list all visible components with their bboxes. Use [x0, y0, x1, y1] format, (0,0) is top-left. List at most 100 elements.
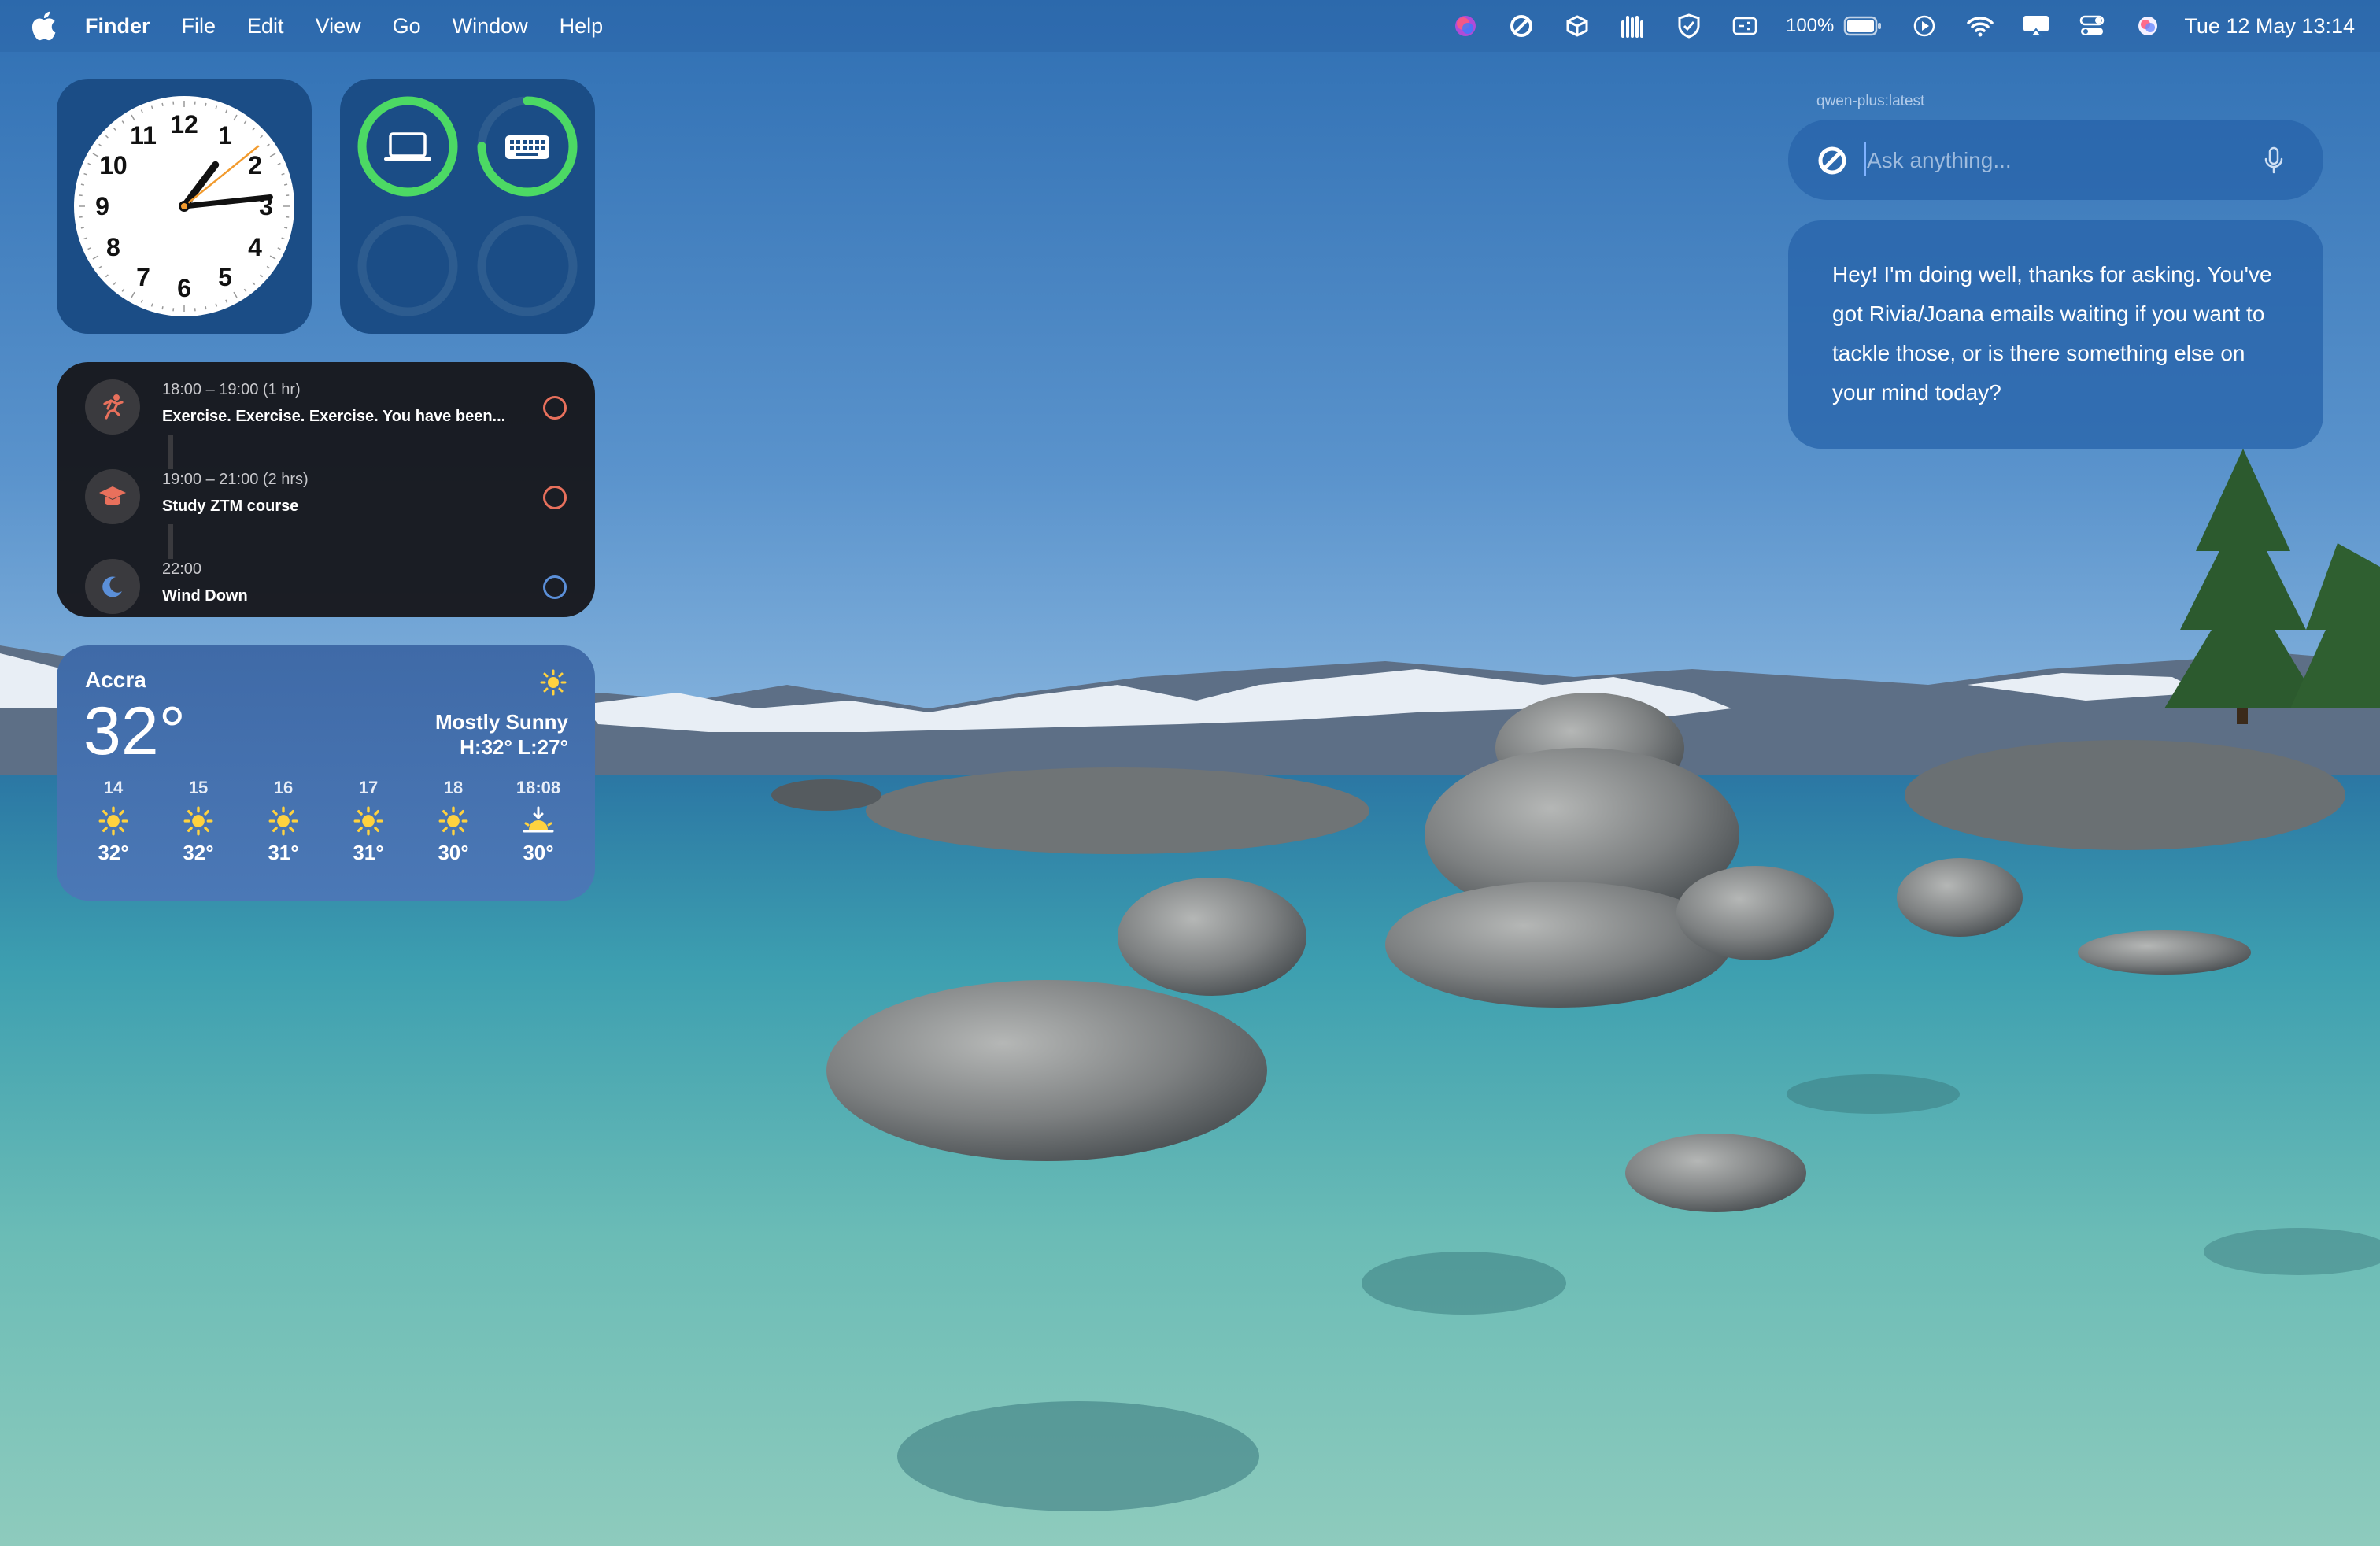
siri-icon[interactable]	[1451, 12, 1480, 40]
menu-app-finder[interactable]: Finder	[85, 14, 150, 39]
forecast-time: 18	[443, 778, 464, 797]
weather-current-temp: 32°	[83, 693, 187, 769]
calendar-event[interactable]: 22:00 Wind Down	[57, 542, 595, 617]
sunset-icon	[499, 801, 578, 841]
clock-tick	[284, 183, 288, 186]
event-complete-checkbox[interactable]	[543, 396, 567, 420]
running-icon	[85, 379, 140, 435]
forecast-hour: 17 31°	[329, 778, 408, 865]
control-center-icon[interactable]	[2078, 12, 2106, 40]
weather-city: Accra	[85, 668, 146, 692]
forecast-temp: 30°	[438, 841, 469, 864]
graduation-cap-icon	[85, 469, 140, 524]
clock-number: 10	[99, 151, 128, 179]
calendar-event[interactable]: 19:00 – 21:00 (2 hrs) Study ZTM course	[57, 452, 595, 542]
clock-number: 9	[95, 192, 109, 220]
perplexity-icon	[1816, 145, 1848, 180]
moon-icon	[85, 559, 140, 614]
sun-icon	[329, 801, 408, 841]
hands-icon[interactable]	[1619, 12, 1647, 40]
laptop-icon	[384, 132, 431, 161]
menu-file[interactable]: File	[182, 14, 216, 39]
event-title: Wind Down	[162, 587, 248, 605]
clock-number: 4	[248, 233, 262, 261]
menu-bar: Finder File Edit View Go Window Help 100…	[0, 0, 2380, 52]
forecast-time: 16	[273, 778, 294, 797]
forecast-time: 17	[358, 778, 379, 797]
sun-icon	[159, 801, 238, 841]
input-icon[interactable]	[1731, 12, 1759, 40]
calendar-up-next-widget[interactable]: 18:00 – 19:00 (1 hr) Exercise. Exercise.…	[57, 362, 595, 617]
microphone-icon[interactable]	[2264, 146, 2284, 179]
event-complete-checkbox[interactable]	[543, 575, 567, 599]
sun-icon	[414, 801, 493, 841]
menu-window[interactable]: Window	[453, 14, 528, 39]
menu-help[interactable]: Help	[560, 14, 604, 39]
forecast-temp: 31°	[353, 841, 384, 864]
event-time: 18:00 – 19:00 (1 hr)	[162, 381, 301, 398]
forecast-time: 15	[188, 778, 209, 797]
analog-clock: 12 1234567891011	[74, 96, 294, 316]
clock-tick	[284, 227, 288, 229]
battery-ring-keyboard	[477, 96, 578, 197]
event-title: Study ZTM course	[162, 497, 299, 515]
siri-orb-icon[interactable]	[2134, 12, 2162, 40]
forecast-time: 18:08	[516, 778, 561, 797]
clock-widget[interactable]: 12 1 2 3 4 5 6 7 8 9 10 11	[57, 79, 312, 334]
menu-go[interactable]: Go	[393, 14, 421, 39]
clock-number: 11	[130, 121, 157, 150]
forecast-time: 14	[103, 778, 124, 797]
event-complete-checkbox[interactable]	[543, 486, 567, 509]
assistant-response-card: Hey! I'm doing well, thanks for asking. …	[1788, 220, 2323, 449]
perplexity-icon[interactable]	[1507, 12, 1536, 40]
clock-tick	[161, 306, 164, 310]
menu-edit[interactable]: Edit	[247, 14, 284, 39]
airplay-icon[interactable]	[2022, 12, 2050, 40]
event-title: Exercise. Exercise. Exercise. You have b…	[162, 408, 506, 425]
forecast-hour: 16 31°	[244, 778, 323, 865]
box-icon[interactable]	[1563, 12, 1591, 40]
weather-widget[interactable]: Accra 32° Mostly Sunny H:32° L:27° 14 32…	[57, 645, 595, 901]
clock-number: 7	[136, 263, 150, 291]
forecast-temp: 31°	[268, 841, 299, 864]
sun-icon	[244, 801, 323, 841]
weather-high-low: H:32° L:27°	[460, 735, 568, 759]
clock-tick	[205, 306, 207, 310]
menu-bar-clock[interactable]: Tue 12 May 13:14	[2184, 14, 2355, 39]
forecast-hour: 18:08 30°	[499, 778, 578, 865]
keyboard-icon	[505, 135, 549, 159]
menu-view[interactable]: View	[316, 14, 361, 39]
event-time: 22:00	[162, 560, 202, 578]
wifi-icon[interactable]	[1966, 12, 1994, 40]
clock-number: 2	[248, 151, 262, 179]
clock-number: 8	[106, 233, 120, 261]
battery-icon[interactable]	[1843, 12, 1883, 40]
event-time: 19:00 – 21:00 (2 hrs)	[162, 471, 309, 488]
clock-tick	[161, 102, 164, 106]
hourly-forecast: 14 32° 15 32° 16 31° 17 31° 18 30° 18:08…	[74, 778, 578, 865]
forecast-hour: 15 32°	[159, 778, 238, 865]
play-icon[interactable]	[1910, 12, 1938, 40]
model-label: qwen-plus:latest	[1816, 93, 1925, 109]
batteries-widget[interactable]	[340, 79, 595, 334]
assistant-response-text: Hey! I'm doing well, thanks for asking. …	[1832, 262, 2272, 405]
forecast-hour: 18 30°	[414, 778, 493, 865]
battery-ring-empty	[357, 216, 458, 316]
shield-icon[interactable]	[1675, 12, 1703, 40]
battery-percent: 100%	[1785, 15, 1835, 36]
forecast-hour: 14 32°	[74, 778, 153, 865]
battery-ring-laptop	[357, 96, 458, 197]
sun-icon	[540, 669, 567, 700]
apple-logo-icon[interactable]	[30, 10, 57, 42]
calendar-event[interactable]: 18:00 – 19:00 (1 hr) Exercise. Exercise.…	[57, 362, 595, 452]
clock-number: 5	[218, 263, 232, 291]
ask-input[interactable]	[1865, 143, 2246, 178]
ask-bar[interactable]	[1788, 120, 2323, 200]
weather-condition: Mostly Sunny	[434, 710, 568, 734]
battery-ring-empty	[477, 216, 578, 316]
clock-tick	[80, 227, 84, 229]
forecast-temp: 30°	[523, 841, 554, 864]
clock-number: 1	[218, 121, 232, 150]
forecast-temp: 32°	[183, 841, 214, 864]
clock-number: 6	[177, 274, 191, 302]
